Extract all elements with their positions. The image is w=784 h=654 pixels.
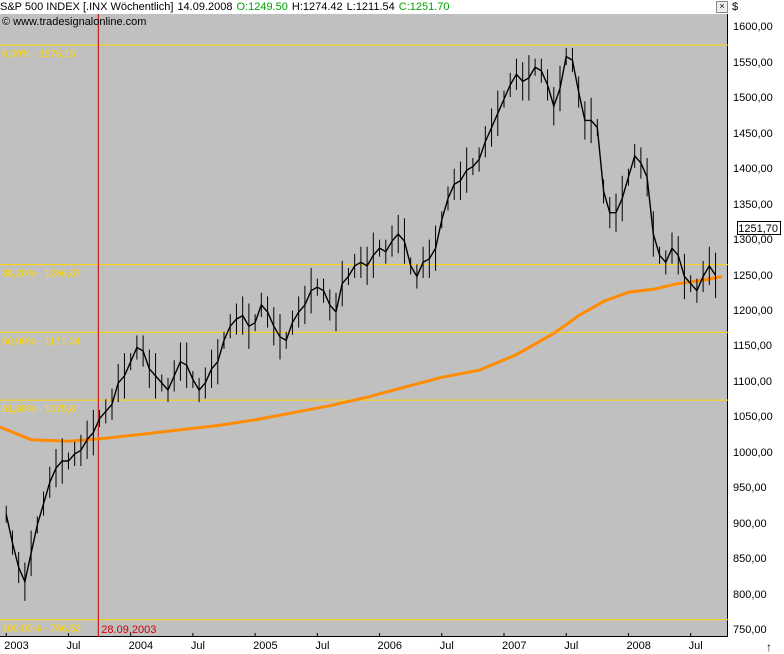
y-tick-label: 1200,00 — [733, 305, 773, 318]
y-tick-label: 1500,00 — [733, 92, 773, 105]
y-tick-label: 1150,00 — [733, 340, 772, 353]
open-label: O:1249.50 — [236, 1, 288, 13]
x-tick-label: Jul — [688, 640, 703, 652]
y-tick-label: 1000,00 — [733, 446, 773, 459]
x-tick-label: 2004 — [128, 640, 154, 652]
fib-label: 0,00% - 1576,15 — [2, 49, 76, 60]
x-tick-label: Jul — [66, 640, 81, 652]
y-tick-label: 850,00 — [733, 553, 767, 566]
close-label: C:1251.70 — [398, 1, 450, 13]
plot-area[interactable]: 0,00% - 1576,15 38,20% - 1266,87 50,00% - … — [0, 14, 728, 637]
date-label: 14.09.2008 — [177, 1, 233, 13]
y-tick-label: 1600,00 — [733, 21, 773, 34]
y-tick-label: 1550,00 — [733, 56, 773, 69]
fib-label: 61,80% - 1075,8 — [2, 404, 76, 415]
y-tick-label: 900,00 — [733, 517, 767, 530]
marker-label: 28.09.2003 — [101, 624, 156, 636]
x-tick-label: Jul — [190, 640, 205, 652]
symbol-label: S&P 500 INDEX [.INX Wöchentlich] — [0, 1, 174, 13]
y-tick-label: 1050,00 — [733, 411, 773, 424]
fib-label: 38,20% - 1266,87 — [2, 269, 81, 280]
y-tick-label: 800,00 — [733, 588, 767, 601]
fib-label: 100,00% - 766,53 — [2, 624, 81, 635]
x-tick-label: Jul — [439, 640, 454, 652]
fib-label: 50,00% - 1171,34 — [2, 336, 81, 347]
arrow-up-icon[interactable]: ↑ — [766, 640, 772, 654]
y-tick-label: 950,00 — [733, 482, 767, 495]
x-tick-label: Jul — [564, 640, 579, 652]
y-tick-label: 1450,00 — [733, 127, 773, 140]
y-tick-label: 1350,00 — [733, 198, 773, 211]
y-tick-label: 750,00 — [733, 624, 767, 637]
x-tick-label: 2008 — [626, 640, 651, 652]
y-tick-label: 1100,00 — [733, 375, 772, 388]
x-tick-label: 2005 — [253, 640, 278, 652]
price-line — [5, 55, 717, 584]
high-label: H:1274.42 — [291, 1, 343, 13]
y-tick-label: 1400,00 — [733, 163, 773, 176]
low-label: L:1211.54 — [346, 1, 395, 13]
current-price-badge: 1251,70 — [737, 221, 781, 235]
close-button[interactable]: × — [716, 1, 728, 13]
price-chart[interactable]: 0,00% - 1576,15 38,20% - 1266,87 50,00% - … — [0, 14, 728, 637]
moving-average-line — [0, 275, 723, 443]
x-tick-label: 2003 — [4, 640, 29, 652]
currency-symbol: $ — [732, 1, 739, 13]
x-tick-label: Jul — [315, 640, 330, 652]
chart-header: S&P 500 INDEX [.INX Wöchentlich] 14.09.20… — [0, 0, 728, 14]
y-tick-label: 1250,00 — [733, 269, 773, 282]
x-tick-label: 2006 — [377, 640, 403, 652]
x-tick-label: 2007 — [502, 640, 527, 652]
watermark: © www.tradesignalonline.com — [2, 16, 147, 28]
